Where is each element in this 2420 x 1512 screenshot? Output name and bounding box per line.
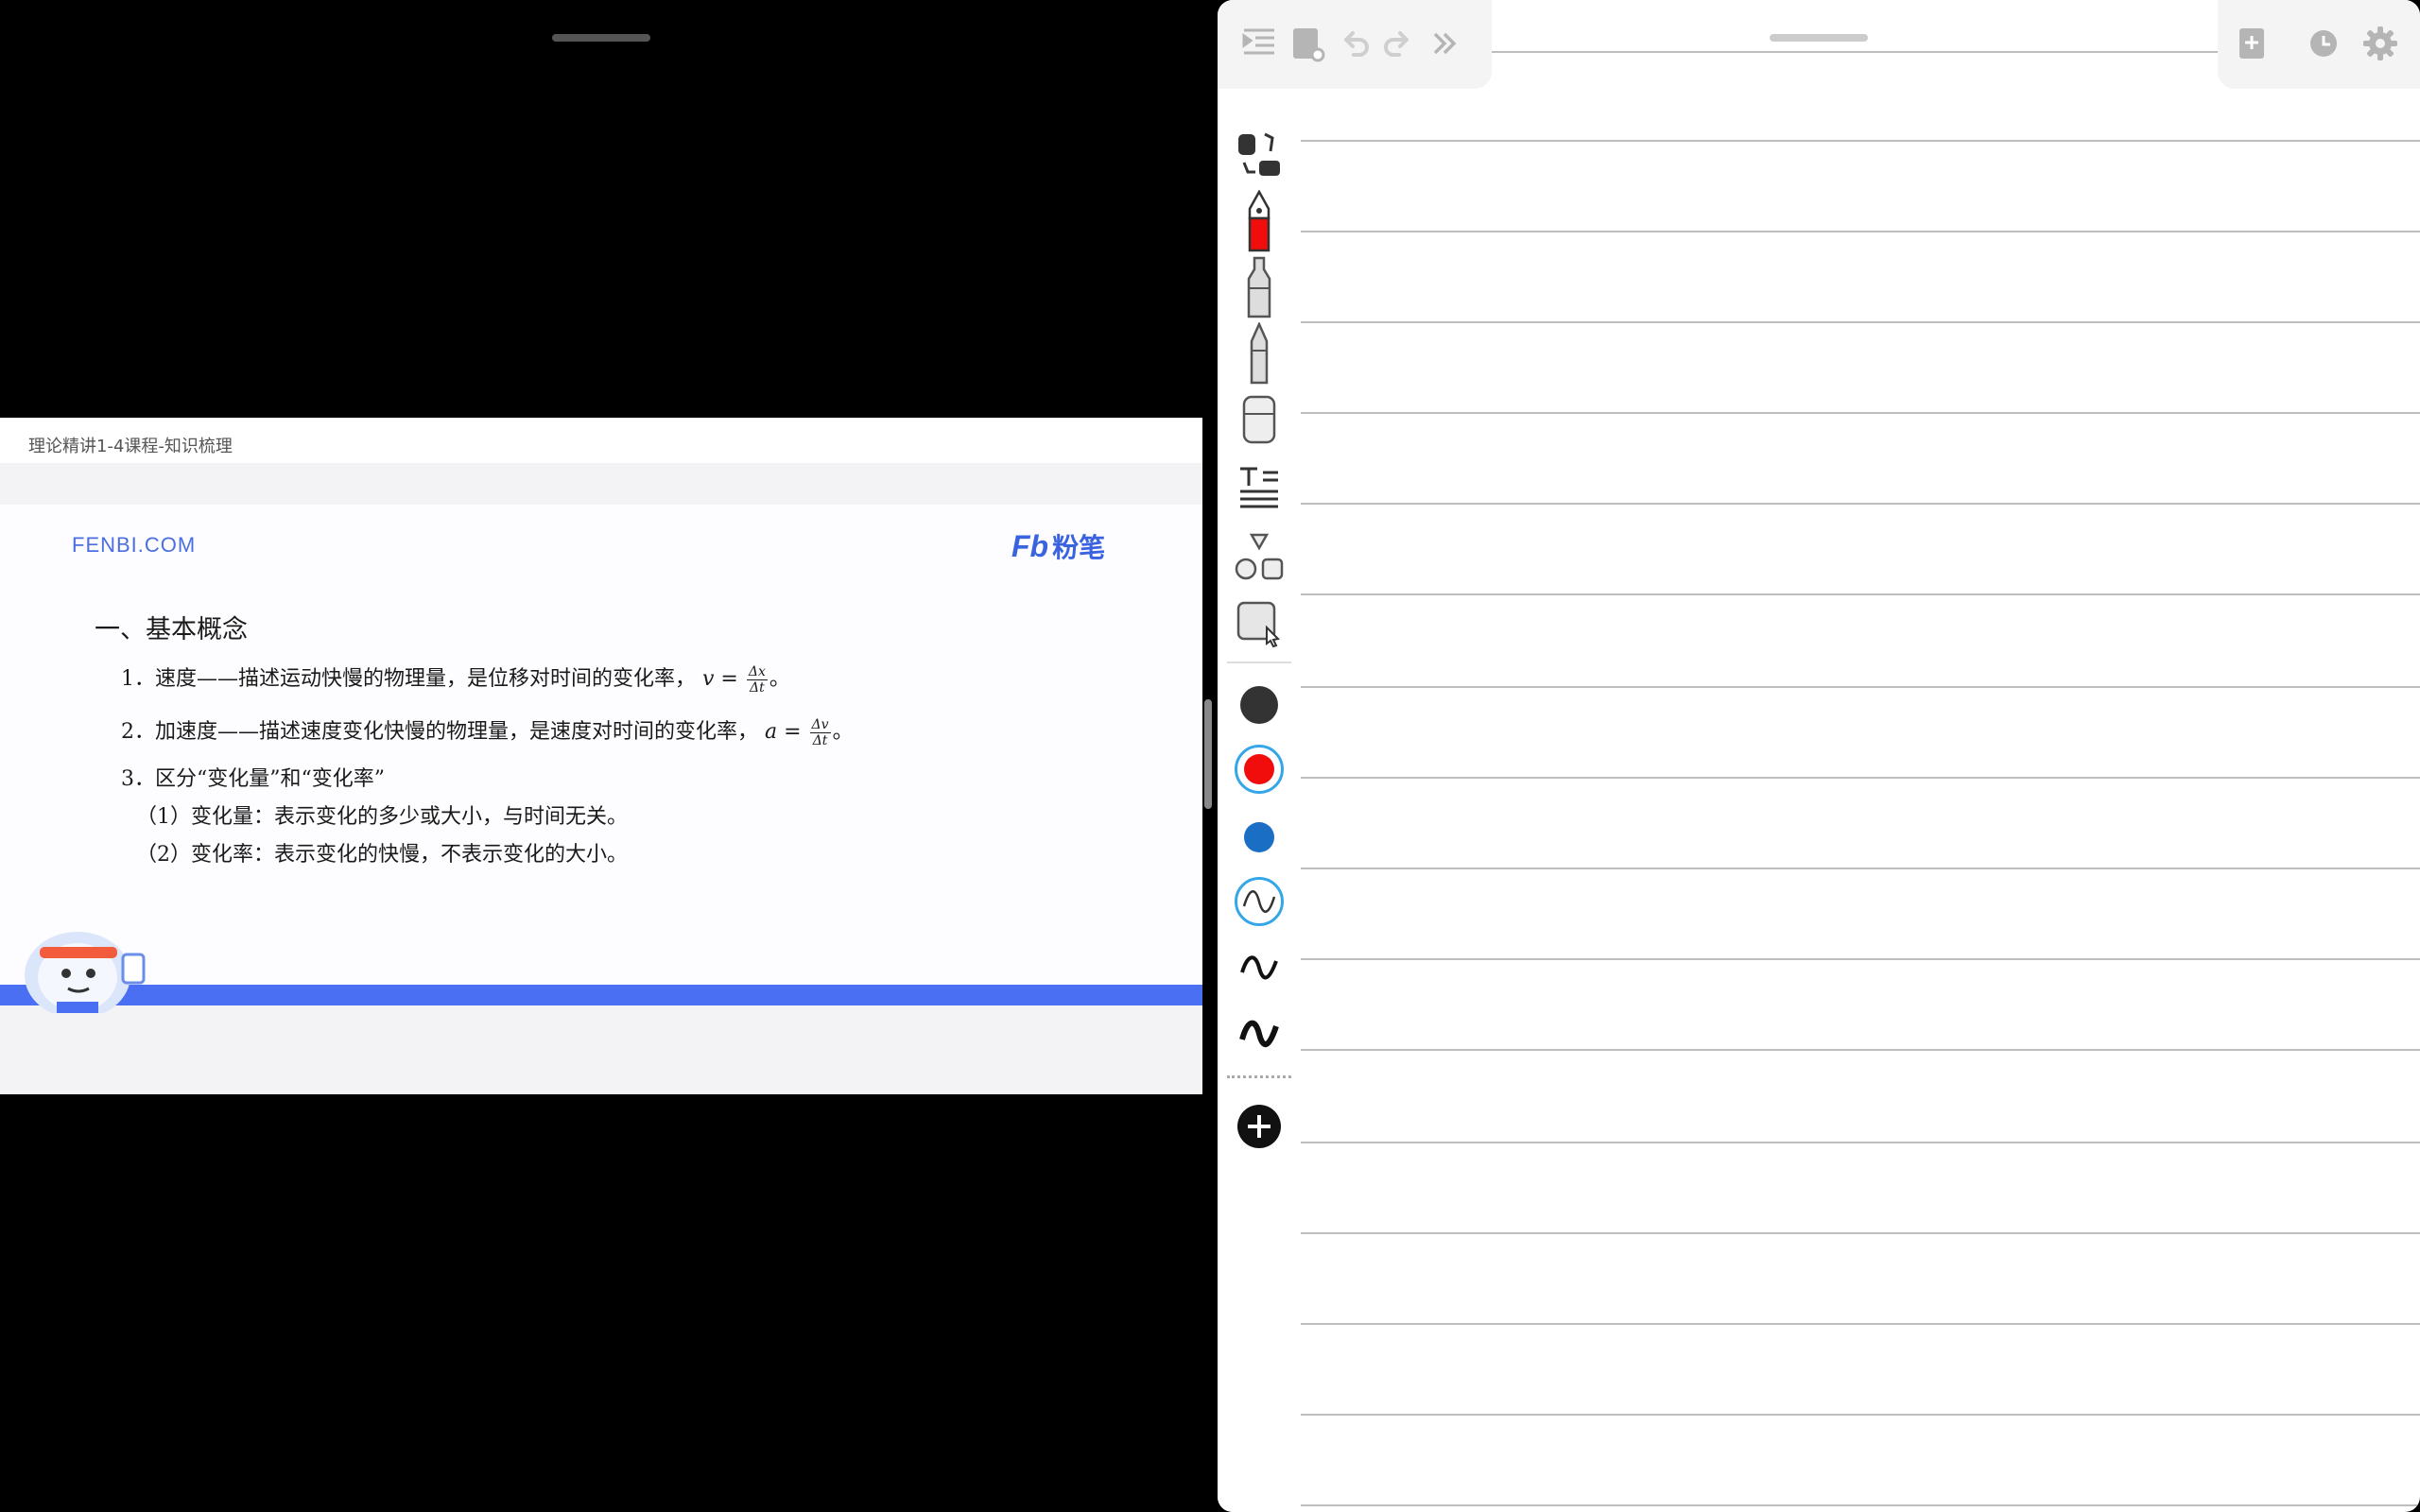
section-heading: 一、基本概念	[95, 615, 248, 644]
ruled-line	[1301, 1323, 2420, 1325]
fraction-denominator: Δt	[749, 679, 765, 696]
mascot-icon	[25, 932, 146, 1013]
fenbi-logo: Fb 粉笔	[1011, 527, 1105, 565]
ruled-line	[1301, 412, 2420, 414]
concept-item-acceleration: 2．加速度——描述速度变化快慢的物理量，是速度对时间的变化率， a = Δv Δt…	[121, 714, 854, 748]
split-divider[interactable]	[1204, 699, 1212, 809]
course-video[interactable]: 理论精讲1-4课程-知识梳理 FENBI.COM Fb 粉笔 一、基本概念 1．速…	[0, 418, 1202, 1094]
stroke-thick-icon[interactable]	[1231, 1005, 1288, 1062]
logo-text: 粉笔	[1052, 532, 1106, 563]
fraction-denominator: Δt	[812, 732, 828, 748]
video-window-handle[interactable]	[552, 34, 650, 42]
notes-window-handle[interactable]	[1770, 34, 1868, 42]
slide-footer-band	[0, 985, 1202, 1005]
notes-pane	[1218, 0, 2420, 1512]
ruled-line	[1301, 593, 2420, 595]
undo-icon[interactable]	[1333, 23, 1374, 64]
text-icon[interactable]	[1231, 457, 1288, 514]
ruled-line	[1301, 503, 2420, 505]
ruled-line	[1301, 777, 2420, 779]
slide-title-bar: 理论精讲1-4课程-知识梳理	[0, 418, 1202, 463]
ruled-line	[1301, 686, 2420, 688]
site-url: FENBI.COM	[72, 533, 197, 557]
expand-icon[interactable]	[1424, 23, 1465, 64]
add-page-icon[interactable]	[2231, 23, 2273, 64]
ruled-line	[1301, 1414, 2420, 1416]
ruled-line	[1301, 868, 2420, 869]
color-red[interactable]	[1244, 754, 1274, 784]
tool-sidebar	[1218, 89, 1301, 1512]
image-select-icon[interactable]	[1231, 595, 1288, 652]
highlighter-icon[interactable]	[1231, 322, 1288, 385]
settings-icon[interactable]	[2360, 23, 2401, 64]
formula-fraction: Δx Δt	[746, 663, 768, 696]
logo-mark: Fb	[1011, 529, 1049, 563]
ruled-line	[1301, 1232, 2420, 1234]
slide-strip	[0, 463, 1202, 505]
history-icon[interactable]	[2303, 23, 2344, 64]
fountain-pen-icon[interactable]	[1231, 190, 1288, 252]
ruled-line	[1301, 321, 2420, 323]
slide-bottom-strip	[0, 1005, 1202, 1094]
item-end: 。	[769, 667, 790, 691]
stroke-medium-icon[interactable]	[1231, 939, 1288, 996]
formula-variable: a =	[765, 720, 802, 744]
shapes-icon[interactable]	[1231, 529, 1288, 586]
ruled-line	[1301, 1142, 2420, 1143]
item-end: 。	[832, 720, 854, 744]
concept-item-speed: 1．速度——描述运动快慢的物理量，是位移对时间的变化率， v = Δx Δt。	[121, 662, 790, 696]
slide-body: FENBI.COM Fb 粉笔 一、基本概念 1．速度——描述运动快慢的物理量，是…	[0, 505, 1202, 1094]
item-text: 2．加速度——描述速度变化快慢的物理量，是速度对时间的变化率，	[121, 720, 758, 744]
eraser-icon[interactable]	[1231, 391, 1288, 448]
lasso-icon[interactable]	[1231, 127, 1288, 183]
sub-item-change-rate: （2）变化率：表示变化的快慢，不表示变化的大小。	[136, 843, 628, 867]
ruled-line	[1301, 1049, 2420, 1051]
redo-icon[interactable]	[1378, 23, 1420, 64]
item-text: 1．速度——描述运动快慢的物理量，是位移对时间的变化率，	[121, 667, 696, 691]
dotted-separator	[1227, 1075, 1291, 1078]
sub-item-change-amount: （1）变化量：表示变化的多少或大小，与时间无关。	[136, 805, 628, 829]
concept-item-compare: 3．区分“变化量”和“变化率”	[121, 767, 385, 791]
color-black[interactable]	[1240, 686, 1278, 724]
ruled-line	[1301, 140, 2420, 142]
formula-variable: v =	[702, 667, 738, 691]
formula-fraction: Δv Δt	[809, 716, 831, 748]
notebook-icon[interactable]	[1286, 23, 1327, 64]
ruled-line	[1301, 231, 2420, 232]
fraction-numerator: Δx	[746, 663, 768, 680]
plus-icon[interactable]	[1231, 1098, 1288, 1155]
ruled-line	[1301, 958, 2420, 960]
fraction-numerator: Δv	[809, 716, 831, 733]
ruled-line	[1301, 1504, 2420, 1506]
outline-icon[interactable]	[1238, 23, 1280, 64]
top-toolbar-left	[1218, 0, 1492, 89]
color-blue[interactable]	[1244, 822, 1274, 852]
stroke-thin-icon[interactable]	[1231, 873, 1288, 930]
top-toolbar-right	[2218, 0, 2420, 89]
video-pane: 理论精讲1-4课程-知识梳理 FENBI.COM Fb 粉笔 一、基本概念 1．速…	[0, 0, 1212, 1512]
slide-title: 理论精讲1-4课程-知识梳理	[28, 437, 233, 456]
tool-separator	[1227, 662, 1291, 663]
marker-icon[interactable]	[1231, 256, 1288, 318]
